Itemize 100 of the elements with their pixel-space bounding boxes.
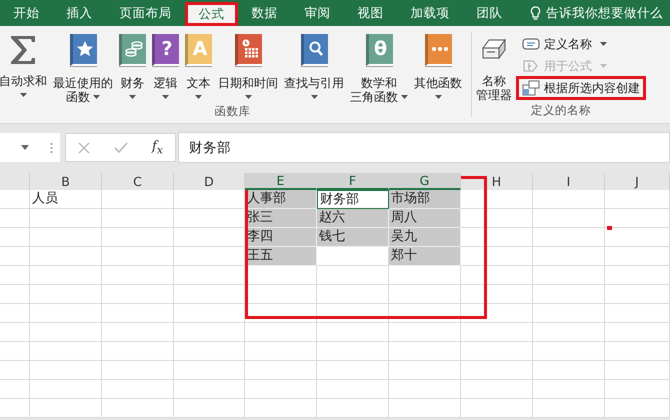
table-cell [533, 190, 605, 209]
table-cell [102, 228, 174, 247]
ribbon-tab[interactable]: 审阅 [291, 0, 344, 26]
table-cell [533, 228, 605, 247]
table-cell [102, 247, 174, 266]
fx-tag-icon [522, 59, 540, 73]
table-cell [533, 380, 605, 399]
ribbon-tab[interactable]: 公式 [185, 2, 238, 26]
command-label: 财务 [120, 76, 144, 90]
tell-me-search[interactable]: 告诉我你想要做什么 [516, 0, 663, 26]
formula-input[interactable]: 财务部 [178, 132, 670, 163]
table-cell [317, 361, 389, 380]
table-cell [102, 323, 174, 342]
table-cell [0, 361, 30, 380]
table-cell [533, 323, 605, 342]
column-header[interactable]: H [461, 173, 533, 190]
table-cell [389, 266, 461, 285]
table-cell [533, 304, 605, 323]
table-cell [30, 361, 102, 380]
table-names-icon [522, 80, 540, 96]
table-cell [174, 285, 245, 304]
ribbon-command[interactable]: 自动求和 [0, 34, 50, 104]
ribbon-command[interactable]: ? 逻辑 [149, 34, 182, 104]
table-cell [245, 304, 317, 323]
ribbon-tab[interactable]: 开始 [0, 0, 53, 26]
ribbon-tab[interactable]: 团队 [463, 0, 516, 26]
table-cell: 吴九 [389, 228, 461, 247]
table-cell [0, 228, 30, 247]
table-cell [461, 228, 533, 247]
table-cell [461, 342, 533, 361]
ribbon-command[interactable]: 日期和时间 [215, 34, 281, 104]
table-cell [30, 209, 102, 228]
table-cell [102, 380, 174, 399]
ribbon-tab[interactable]: 数据 [238, 0, 291, 26]
function-book-icon: A [185, 34, 212, 66]
function-book-icon: ? [152, 34, 179, 66]
column-header[interactable]: G [389, 173, 461, 190]
table-cell [533, 361, 605, 380]
check-icon[interactable] [114, 142, 128, 154]
column-header[interactable]: E [245, 173, 317, 190]
insert-function-button[interactable]: f$_{x}$ [152, 138, 163, 156]
column-header[interactable]: J [605, 173, 670, 190]
lightbulb-icon [530, 6, 541, 20]
command-label: 自动求和 [0, 74, 47, 88]
table-cell [174, 323, 245, 342]
command-label: 其他函数 [414, 76, 462, 90]
name-manager-button[interactable]: 名称 管理器 [474, 34, 514, 103]
table-cell [245, 342, 317, 361]
table-cell [461, 380, 533, 399]
command-label: 逻辑 [154, 76, 178, 90]
table-cell [461, 285, 533, 304]
table-cell [102, 285, 174, 304]
ribbon-command[interactable]: 最近使用的 函数 [50, 34, 116, 104]
table-cell [245, 361, 317, 380]
table-cell [245, 285, 317, 304]
column-header[interactable]: I [533, 173, 605, 190]
table-cell [461, 190, 533, 209]
table-cell [0, 190, 30, 209]
ribbon-command[interactable]: θ 数学和 三角函数 [347, 34, 411, 104]
table-cell [102, 209, 174, 228]
table-cell [0, 304, 30, 323]
table-cell [0, 209, 30, 228]
ribbon-command[interactable]: 其他函数 [411, 34, 465, 104]
table-cell [30, 342, 102, 361]
ribbon-tab[interactable]: 插入 [53, 0, 106, 26]
table-cell [317, 266, 389, 285]
ribbon-command[interactable]: A 文本 [182, 34, 215, 104]
table-cell [174, 190, 245, 209]
ribbon-command[interactable]: 定义名称 [518, 34, 644, 54]
column-header[interactable]: F [317, 173, 389, 190]
ribbon-tab[interactable]: 加载项 [397, 0, 463, 26]
table-cell [102, 190, 174, 209]
name-box[interactable] [0, 133, 60, 162]
table-cell [389, 380, 461, 399]
table-cell [605, 266, 670, 285]
table-cell [389, 323, 461, 342]
ribbon-command[interactable]: 财务 [116, 34, 149, 104]
column-header[interactable]: C [102, 173, 174, 190]
table-cell [605, 304, 670, 323]
table-cell: 王五 [245, 247, 317, 266]
table-cell: 市场部 [389, 190, 461, 209]
command-label: 最近使用的 [53, 76, 113, 90]
ribbon-tab[interactable]: 视图 [344, 0, 397, 26]
ribbon-command[interactable]: 查找与引用 [281, 34, 347, 104]
table-cell: 钱七 [317, 228, 389, 247]
function-book-icon: θ [366, 34, 392, 66]
table-cell [605, 247, 670, 266]
ribbon-tab[interactable]: 页面布局 [106, 0, 185, 26]
table-cell [389, 361, 461, 380]
table-cell [533, 342, 605, 361]
table-cell [174, 266, 245, 285]
cancel-icon[interactable] [78, 142, 90, 154]
ribbon-command[interactable]: 根据所选内容创建 [518, 78, 644, 98]
table-cell [245, 266, 317, 285]
table-cell: 人员 [30, 190, 102, 209]
table-cell [389, 285, 461, 304]
dropdown-icon [21, 145, 29, 150]
group-label: 函数库 [214, 104, 252, 120]
command-label: 文本 [186, 76, 210, 90]
column-header[interactable]: B [30, 173, 102, 190]
